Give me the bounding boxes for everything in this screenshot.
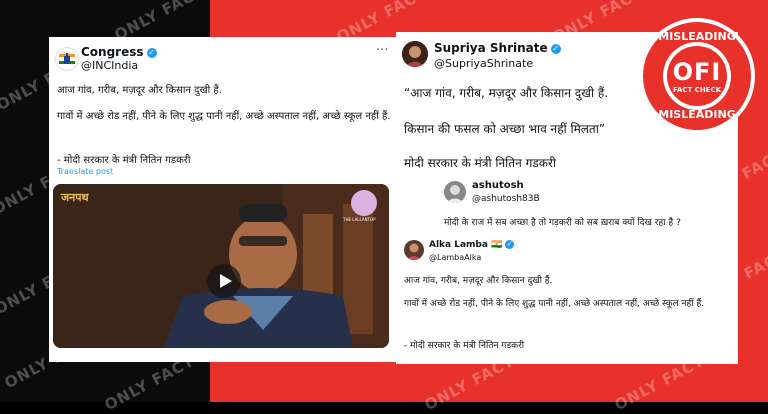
more-options-icon[interactable]: ··· — [376, 43, 388, 58]
verified-badge-icon: ✓ — [505, 240, 515, 249]
congress-avatar[interactable] — [55, 47, 79, 71]
person-avatar-icon — [444, 181, 466, 203]
badge-sub-text: FACT CHECK — [672, 86, 722, 94]
badge-top-text: MISLEADING — [658, 30, 736, 43]
quote-line-1: आज गांव, गरीब, मज़दूर और किसान दुखी हैं. — [404, 276, 553, 286]
video-player[interactable]: जनपथ THE LALLANTOP — [53, 184, 389, 348]
quote-line-2: गावों में अच्छे रोड नहीं, पीने के लिए शु… — [404, 299, 705, 309]
tweet-line-1: “आज गांव, गरीब, मज़दूर और किसान दुखी हैं… — [404, 86, 609, 100]
misleading-fact-check-badge: MISLEADING OFI FACT CHECK MISLEADING — [639, 18, 755, 134]
quote-line-3: - मोदी सरकार के मंत्री नितिन गडकरी — [404, 341, 525, 351]
video-channel-name: THE LALLANTOP — [343, 217, 376, 222]
author-name[interactable]: Supriya Shrinate ✓ — [434, 41, 561, 55]
author-handle[interactable]: @SupriyaShrinate — [434, 57, 533, 70]
tweet-line-2: किसान की फसल को अच्छा भाव नहीं मिलता” — [404, 122, 606, 136]
badge-logo-text: OFI — [672, 58, 722, 86]
badge-bottom-text: MISLEADING — [658, 108, 736, 121]
author-handle[interactable]: @INCIndia — [81, 59, 138, 72]
tweet-card-congress: Congress ✓ @INCIndia ··· आज गांव, गरीब, म… — [49, 37, 400, 362]
quote-author-name[interactable]: ashutosh — [472, 180, 524, 191]
tweet-line-3: - मोदी सरकार के मंत्री नितिन गडकरी — [57, 155, 191, 166]
supriya-avatar[interactable] — [402, 41, 428, 67]
ashutosh-avatar[interactable] — [444, 181, 466, 203]
verified-badge-icon: ✓ — [146, 47, 157, 58]
tweet-line-1: आज गांव, गरीब, मज़दूर और किसान दुखी हैं. — [57, 85, 222, 96]
person-avatar-icon — [402, 41, 428, 67]
play-button[interactable] — [207, 264, 241, 298]
tweet-line-3: मोदी सरकार के मंत्री नितिन गडकरी — [404, 156, 556, 170]
verified-badge-icon: ✓ — [550, 43, 561, 54]
quote-author-name[interactable]: Alka Lamba 🇮🇳 ✓ — [429, 240, 515, 250]
video-show-logo: जनपथ — [61, 191, 89, 204]
tweet-line-2: गावों में अच्छे रोड नहीं, पीने के लिए शु… — [57, 111, 391, 122]
lallantop-logo-icon — [351, 190, 377, 216]
india-flag-icon: 🇮🇳 — [491, 240, 503, 250]
play-icon — [220, 274, 232, 288]
hand-logo-icon — [59, 53, 75, 64]
author-name[interactable]: Congress ✓ — [81, 45, 157, 59]
quote-text: मोदी के राज में सब अच्छा है तो गड़करी को… — [444, 218, 681, 228]
alka-avatar[interactable] — [404, 240, 424, 260]
quote-author-handle[interactable]: @ashutosh83B — [472, 194, 540, 204]
translate-post-link[interactable]: Translate post — [57, 167, 113, 176]
person-avatar-icon — [404, 240, 424, 260]
quote-author-handle[interactable]: @LambaAlka — [429, 253, 481, 262]
